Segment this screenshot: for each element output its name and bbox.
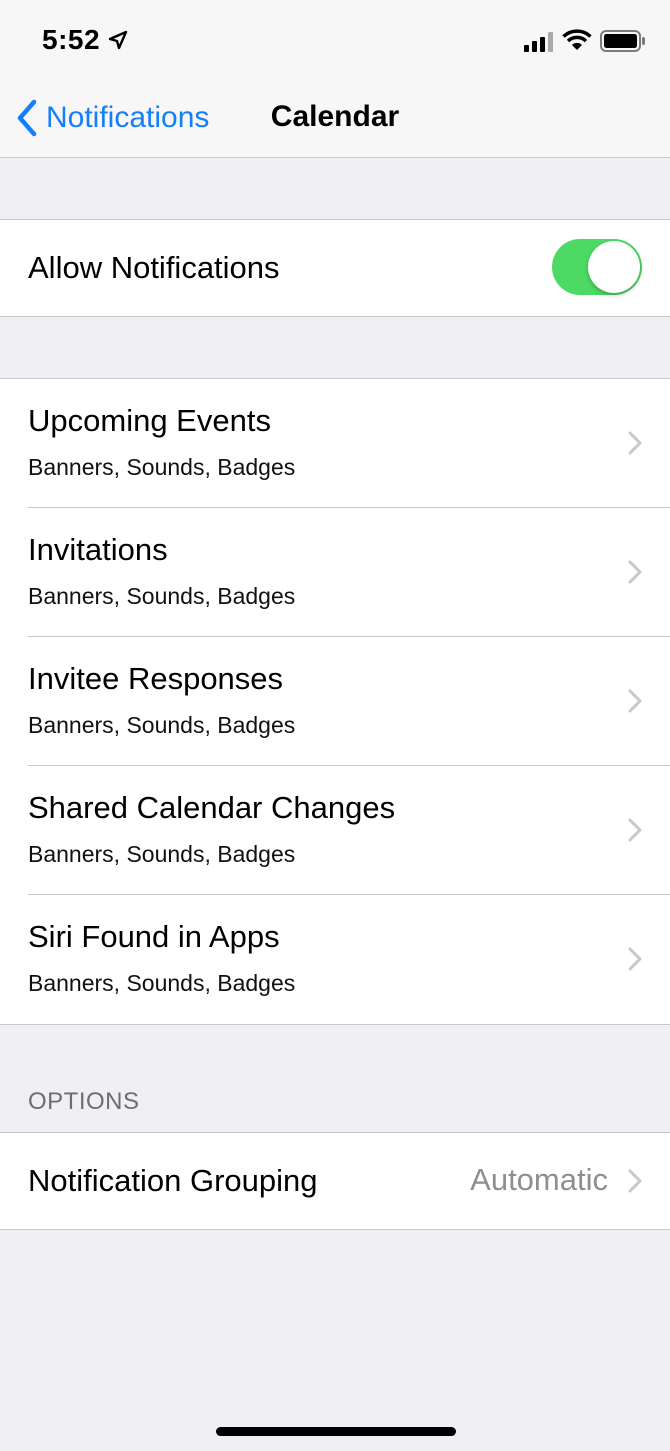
section-header-options: OPTIONS bbox=[28, 1088, 140, 1115]
list-item-shared-calendar-changes[interactable]: Shared Calendar Changes Banners, Sounds,… bbox=[0, 766, 670, 895]
item-subtitle: Banners, Sounds, Badges bbox=[28, 841, 296, 867]
chevron-right-icon bbox=[628, 431, 642, 455]
item-title: Invitations bbox=[28, 532, 168, 567]
item-title: Upcoming Events bbox=[28, 403, 271, 438]
list-item-invitations[interactable]: Invitations Banners, Sounds, Badges bbox=[0, 508, 670, 637]
list-item-siri-found-in-apps[interactable]: Siri Found in Apps Banners, Sounds, Badg… bbox=[0, 895, 670, 1024]
chevron-right-icon bbox=[628, 947, 642, 971]
status-bar: 5:52 bbox=[0, 0, 670, 80]
location-arrow-icon bbox=[108, 30, 128, 50]
alert-types-group: Upcoming Events Banners, Sounds, Badges … bbox=[0, 378, 670, 1025]
toggle-knob bbox=[588, 241, 640, 293]
item-title: Invitee Responses bbox=[28, 661, 284, 696]
status-time: 5:52 bbox=[42, 24, 101, 55]
allow-notifications-group: Allow Notifications bbox=[0, 219, 670, 317]
home-indicator[interactable] bbox=[216, 1427, 456, 1436]
options-group: Notification Grouping Automatic bbox=[0, 1132, 670, 1230]
chevron-right-icon bbox=[628, 1169, 642, 1193]
wifi-icon bbox=[562, 29, 592, 50]
chevron-right-icon bbox=[628, 689, 642, 713]
navigation-bar: Notifications Calendar bbox=[0, 80, 670, 158]
item-subtitle: Banners, Sounds, Badges bbox=[28, 970, 296, 996]
list-item-invitee-responses[interactable]: Invitee Responses Banners, Sounds, Badge… bbox=[0, 637, 670, 766]
item-subtitle: Banners, Sounds, Badges bbox=[28, 583, 296, 609]
list-item-upcoming-events[interactable]: Upcoming Events Banners, Sounds, Badges bbox=[0, 379, 670, 508]
notification-grouping-row[interactable]: Notification Grouping Automatic bbox=[0, 1133, 670, 1229]
item-subtitle: Banners, Sounds, Badges bbox=[28, 454, 296, 480]
chevron-right-icon bbox=[628, 818, 642, 842]
allow-notifications-toggle[interactable] bbox=[552, 239, 642, 295]
item-title: Siri Found in Apps bbox=[28, 919, 280, 954]
allow-notifications-row: Allow Notifications bbox=[0, 220, 670, 316]
allow-notifications-label: Allow Notifications bbox=[28, 250, 280, 285]
chevron-right-icon bbox=[628, 560, 642, 584]
page-title: Calendar bbox=[270, 100, 400, 133]
notification-grouping-label: Notification Grouping bbox=[28, 1163, 318, 1198]
notification-grouping-value: Automatic bbox=[470, 1162, 608, 1197]
item-subtitle: Banners, Sounds, Badges bbox=[28, 712, 296, 738]
item-title: Shared Calendar Changes bbox=[28, 790, 396, 825]
battery-icon bbox=[600, 30, 645, 52]
cellular-signal-icon bbox=[524, 32, 553, 52]
